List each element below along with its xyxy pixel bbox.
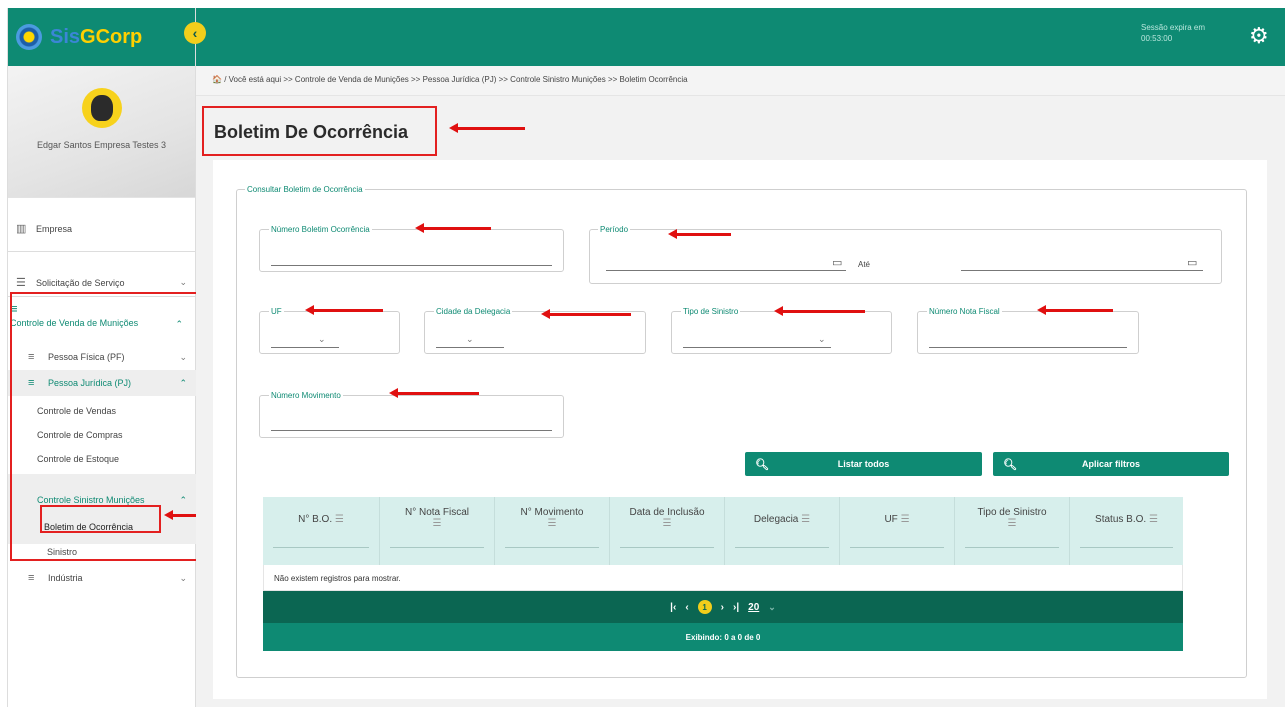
- annotation-arrow: [774, 306, 865, 316]
- chevron-down-icon: ⌄: [768, 601, 776, 612]
- tipo-sinistro-select[interactable]: [683, 333, 831, 348]
- sort-icon[interactable]: ☰: [335, 514, 344, 525]
- numero-mov-label: Número Movimento: [269, 391, 343, 400]
- column-header-delegacia[interactable]: Delegacia ☰: [725, 497, 840, 565]
- aplicar-filtros-button[interactable]: 🔍︎ Aplicar filtros: [993, 452, 1229, 476]
- search-icon: 🔍︎: [755, 458, 769, 471]
- annotation-arrow: [449, 123, 525, 133]
- filter-legend: Consultar Boletim de Ocorrência: [245, 185, 365, 194]
- table-header: N° B.O. ☰ N° Nota Fiscal ☰ N° Movimento ☰ …: [263, 497, 1183, 565]
- uf-select[interactable]: [271, 333, 339, 348]
- uf-label: UF: [269, 307, 284, 316]
- column-header-uf[interactable]: UF ☰: [840, 497, 955, 565]
- pagination: |‹ ‹ 1 › ›| 20 ⌄: [263, 591, 1183, 623]
- collapse-sidebar-button[interactable]: ‹: [184, 22, 206, 44]
- app-logo[interactable]: SisGCorp: [50, 26, 142, 49]
- periodo-label: Período: [598, 225, 631, 234]
- annotation-arrow: [415, 223, 491, 233]
- search-icon: 🔍︎: [1003, 458, 1017, 471]
- sort-icon[interactable]: ☰: [901, 514, 910, 525]
- annotation-arrow: [305, 305, 383, 315]
- column-header-movimento[interactable]: N° Movimento ☰: [495, 497, 610, 565]
- calendar-icon[interactable]: ▭: [832, 256, 842, 269]
- user-profile: Edgar Santos Empresa Testes 3: [8, 66, 195, 198]
- sort-icon[interactable]: ☰: [380, 518, 494, 529]
- chevron-down-icon: ⌄: [179, 572, 187, 583]
- current-page[interactable]: 1: [697, 600, 712, 614]
- logo-bar: SisGCorp: [8, 8, 195, 66]
- chevron-down-icon: ⌄: [318, 334, 326, 344]
- column-header-tipo[interactable]: Tipo de Sinistro ☰: [955, 497, 1070, 565]
- building-icon: ▥: [16, 223, 27, 235]
- numero-nf-input[interactable]: [929, 333, 1127, 348]
- sort-icon[interactable]: ☰: [610, 518, 724, 529]
- list-icon: ≡: [28, 572, 35, 584]
- listar-todos-button[interactable]: 🔍︎ Listar todos: [745, 452, 982, 476]
- chevron-down-icon: ⌄: [179, 277, 187, 287]
- sort-icon[interactable]: ☰: [955, 518, 1069, 529]
- next-page-icon[interactable]: ›: [721, 602, 724, 613]
- top-bar: Sessão expira em 00:53:00 ⚙: [196, 8, 1285, 66]
- list-icon: ☰: [16, 277, 26, 289]
- annotation-arrow: [668, 229, 731, 239]
- column-header-nf[interactable]: N° Nota Fiscal ☰: [380, 497, 495, 565]
- empty-message: Não existem registros para mostrar.: [263, 565, 1183, 591]
- session-time: 00:53:00: [1141, 34, 1173, 43]
- page-size-select[interactable]: 20: [748, 602, 759, 613]
- column-header-bo[interactable]: N° B.O. ☰: [263, 497, 380, 565]
- chevron-down-icon: ⌄: [466, 334, 474, 344]
- chevron-down-icon: ⌄: [818, 334, 826, 344]
- annotation-box-boletim: [40, 505, 161, 533]
- numero-bo-input[interactable]: [271, 251, 552, 266]
- sidebar-item-solicitacao[interactable]: ☰ Solicitação de Serviço ⌄: [16, 276, 191, 289]
- column-header-data[interactable]: Data de Inclusão ☰: [610, 497, 725, 565]
- logo-icon: [16, 24, 42, 50]
- ate-label: Até: [858, 260, 871, 269]
- breadcrumb: 🏠 / Você está aqui >> Controle de Venda …: [212, 75, 688, 84]
- table-summary: Exibindo: 0 a 0 de 0: [263, 623, 1183, 651]
- gear-icon[interactable]: ⚙: [1249, 25, 1271, 47]
- user-name: Edgar Santos Empresa Testes 3: [37, 140, 166, 150]
- annotation-arrow: [541, 309, 631, 319]
- sidebar-item-empresa[interactable]: ▥ Empresa: [16, 222, 191, 235]
- numero-nf-label: Número Nota Fiscal: [927, 307, 1002, 316]
- annotation-arrow: [389, 388, 479, 398]
- session-timer: Sessão expira em 00:53:00: [1141, 22, 1205, 44]
- avatar[interactable]: [81, 88, 122, 128]
- page-title: Boletim De Ocorrência: [202, 106, 437, 156]
- sort-icon[interactable]: ☰: [801, 514, 810, 525]
- session-label: Sessão expira em: [1141, 23, 1206, 32]
- annotation-arrow: [1037, 305, 1113, 315]
- prev-page-icon[interactable]: ‹: [685, 602, 688, 613]
- periodo-start-input[interactable]: [606, 256, 846, 271]
- sort-icon[interactable]: ☰: [495, 518, 609, 529]
- home-icon[interactable]: 🏠: [212, 75, 222, 84]
- periodo-end-input[interactable]: [961, 256, 1203, 271]
- first-page-icon[interactable]: |‹: [670, 602, 676, 613]
- tipo-sinistro-label: Tipo de Sinistro: [681, 307, 741, 316]
- cidade-label: Cidade da Delegacia: [434, 307, 513, 316]
- last-page-icon[interactable]: ›|: [733, 602, 739, 613]
- column-header-status[interactable]: Status B.O. ☰: [1070, 497, 1183, 565]
- results-table: N° B.O. ☰ N° Nota Fiscal ☰ N° Movimento ☰ …: [263, 497, 1183, 651]
- sidebar-item-industria[interactable]: ≡ Indústria ⌄: [28, 572, 191, 584]
- calendar-icon[interactable]: ▭: [1187, 256, 1197, 269]
- numero-bo-label: Número Boletim Ocorrência: [269, 225, 372, 234]
- numero-mov-input[interactable]: [271, 416, 552, 431]
- sort-icon[interactable]: ☰: [1149, 514, 1158, 525]
